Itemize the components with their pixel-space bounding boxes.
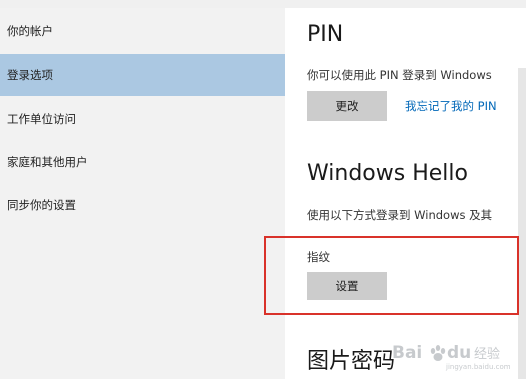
- scrollbar[interactable]: [518, 68, 526, 379]
- sidebar-item-work-access[interactable]: 工作单位访问: [0, 98, 285, 140]
- sidebar-item-family-other-users[interactable]: 家庭和其他用户: [0, 141, 285, 183]
- fingerprint-setup-button[interactable]: 设置: [307, 272, 387, 300]
- sidebar-item-sync-settings[interactable]: 同步你的设置: [0, 184, 285, 226]
- sidebar: 你的帐户 登录选项 工作单位访问 家庭和其他用户 同步你的设置: [0, 8, 285, 379]
- sidebar-item-label: 登录选项: [7, 68, 53, 82]
- sidebar-item-sign-in-options[interactable]: 登录选项: [0, 54, 285, 96]
- sidebar-item-label: 同步你的设置: [7, 198, 76, 212]
- sidebar-item-label: 你的帐户: [7, 24, 53, 38]
- picture-password-heading: 图片密码: [307, 349, 396, 374]
- content-pane: PIN 你可以使用此 PIN 登录到 Windows 更改 我忘记了我的 PIN…: [285, 8, 526, 379]
- windows-hello-heading: Windows Hello: [307, 161, 468, 186]
- change-pin-button[interactable]: 更改: [307, 91, 387, 121]
- windows-hello-description: 使用以下方式登录到 Windows 及其: [307, 208, 493, 222]
- title-bar-strip: [0, 0, 526, 8]
- settings-window: 你的帐户 登录选项 工作单位访问 家庭和其他用户 同步你的设置 PIN 你可以使…: [0, 0, 526, 379]
- fingerprint-label: 指纹: [307, 250, 330, 264]
- pin-heading: PIN: [307, 22, 344, 47]
- sidebar-item-label: 家庭和其他用户: [7, 155, 88, 169]
- pin-description: 你可以使用此 PIN 登录到 Windows: [307, 68, 492, 82]
- sidebar-item-your-account[interactable]: 你的帐户: [0, 10, 285, 52]
- sidebar-item-label: 工作单位访问: [7, 112, 76, 126]
- forgot-pin-link[interactable]: 我忘记了我的 PIN: [405, 98, 497, 114]
